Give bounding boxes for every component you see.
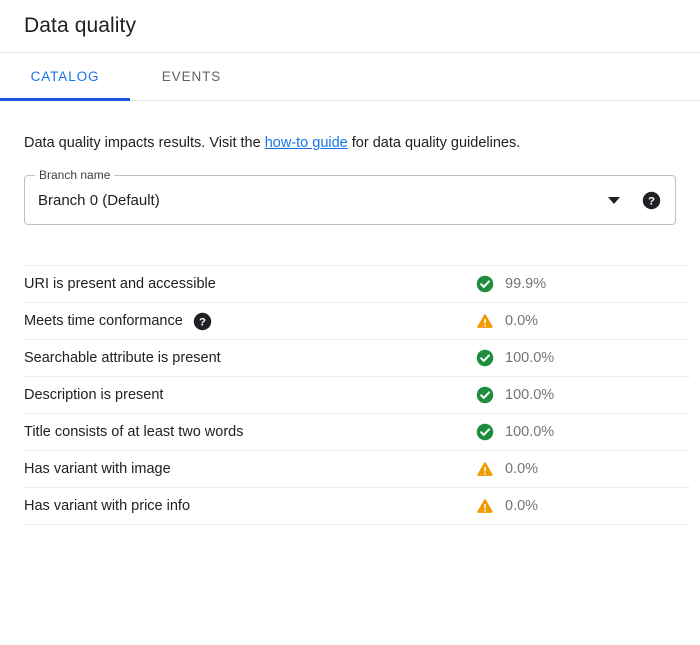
warning-triangle-icon xyxy=(477,499,493,513)
description-before-link: Data quality impacts results. Visit the xyxy=(24,135,265,151)
page-title: Data quality xyxy=(24,14,137,37)
how-to-guide-link[interactable]: how-to guide xyxy=(265,135,348,151)
metric-status-cell: 0.0% xyxy=(476,312,538,330)
branch-field-wrapper: Branch name Branch 0 (Default) ? xyxy=(0,153,700,225)
metric-value: 99.9% xyxy=(505,276,547,292)
metric-value: 100.0% xyxy=(505,387,555,403)
metric-label: Searchable attribute is present xyxy=(24,350,221,366)
tab-bar: CATALOG EVENTS xyxy=(0,53,700,101)
metric-label-cell: Has variant with price info xyxy=(24,498,476,514)
metric-value: 100.0% xyxy=(505,350,555,366)
metric-help-wrapper[interactable]: ? xyxy=(193,312,212,331)
branch-name-select[interactable]: Branch name Branch 0 (Default) ? xyxy=(24,168,676,225)
table-row: URI is present and accessible 99.9% xyxy=(24,266,690,303)
metric-status-cell: 0.0% xyxy=(476,460,538,478)
description-after-link: for data quality guidelines. xyxy=(347,135,521,151)
check-circle-icon xyxy=(476,386,494,404)
tab-events[interactable]: EVENTS xyxy=(130,53,253,100)
description-text: Data quality impacts results. Visit the … xyxy=(0,101,700,153)
metric-label-cell: Description is present xyxy=(24,387,476,403)
metric-label: Meets time conformance xyxy=(24,313,183,329)
tab-events-label: EVENTS xyxy=(161,69,222,84)
metric-label-cell: URI is present and accessible xyxy=(24,276,476,292)
metric-label: Has variant with image xyxy=(24,461,171,477)
tab-catalog-label: CATALOG xyxy=(30,69,100,84)
metric-status-cell: 100.0% xyxy=(476,423,554,441)
help-icon[interactable]: ? xyxy=(642,191,661,210)
help-icon[interactable]: ? xyxy=(193,312,212,331)
metric-label: Description is present xyxy=(24,387,164,403)
metric-value: 0.0% xyxy=(505,498,539,514)
metric-label: Title consists of at least two words xyxy=(24,424,244,440)
metric-label-cell: Meets time conformance ? xyxy=(24,312,476,331)
metric-label-cell: Searchable attribute is present xyxy=(24,350,476,366)
metric-value: 100.0% xyxy=(505,424,555,440)
table-row: Has variant with price info 0.0% xyxy=(24,488,690,525)
table-row: Title consists of at least two words 100… xyxy=(24,414,690,451)
table-row: Has variant with image 0.0% xyxy=(24,451,690,488)
page-header: Data quality xyxy=(0,0,700,53)
table-row: Description is present 100.0% xyxy=(24,377,690,414)
metric-label: URI is present and accessible xyxy=(24,276,216,292)
table-row: Meets time conformance ? 0.0% xyxy=(24,303,690,340)
table-row: Searchable attribute is present 100.0% xyxy=(24,340,690,377)
check-circle-icon xyxy=(476,349,494,367)
metric-status-cell: 99.9% xyxy=(476,275,546,293)
chevron-down-icon[interactable] xyxy=(608,196,620,204)
metric-label: Has variant with price info xyxy=(24,498,191,514)
active-tab-indicator xyxy=(0,98,130,101)
metric-status-cell: 100.0% xyxy=(476,349,554,367)
branch-name-value: Branch 0 (Default) xyxy=(38,191,160,209)
check-circle-icon xyxy=(476,275,494,293)
metric-value: 0.0% xyxy=(505,461,539,477)
metric-label-cell: Title consists of at least two words xyxy=(24,424,476,440)
branch-name-label: Branch name xyxy=(35,168,115,182)
metrics-table: URI is present and accessible 99.9% Meet… xyxy=(24,265,690,525)
warning-triangle-icon xyxy=(477,462,493,476)
warning-triangle-icon xyxy=(477,314,493,328)
check-circle-icon xyxy=(476,423,494,441)
svg-text:?: ? xyxy=(199,316,206,328)
tab-catalog[interactable]: CATALOG xyxy=(0,53,130,100)
svg-text:?: ? xyxy=(648,195,655,207)
metric-status-cell: 100.0% xyxy=(476,386,554,404)
metric-label-cell: Has variant with image xyxy=(24,461,476,477)
metric-value: 0.0% xyxy=(505,313,539,329)
metric-status-cell: 0.0% xyxy=(476,497,538,515)
